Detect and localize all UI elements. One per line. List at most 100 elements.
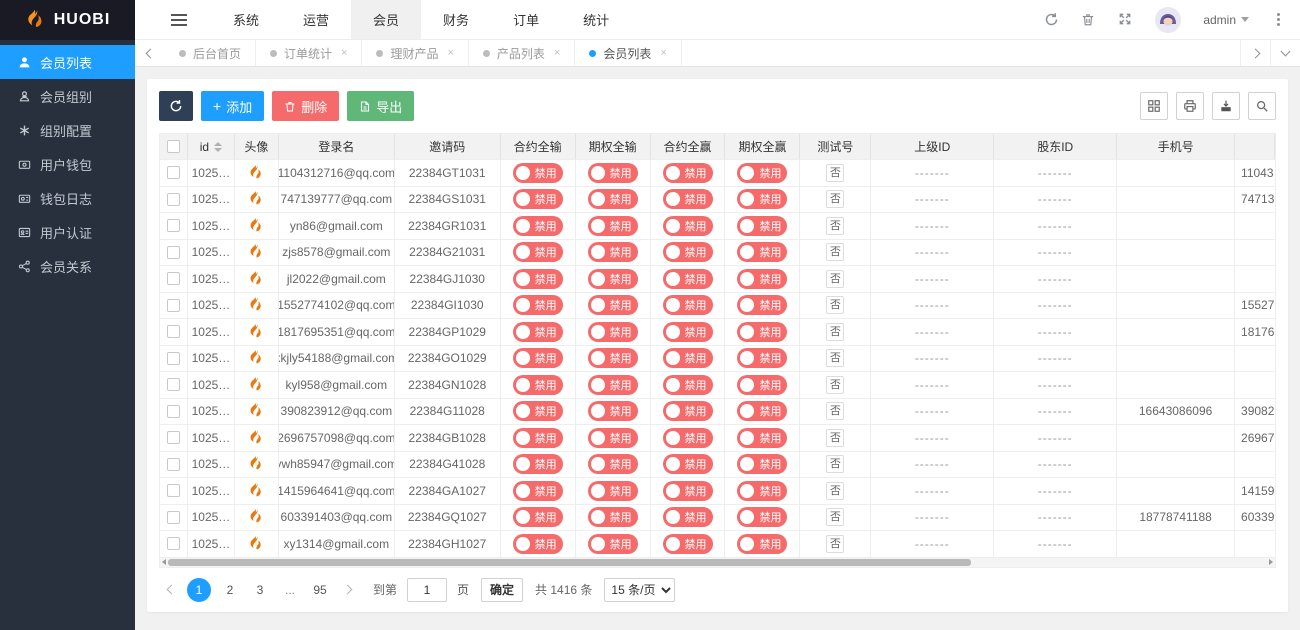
close-tab-icon[interactable]: × — [554, 47, 560, 59]
toggle-contract-all-lose[interactable]: 禁用 — [513, 507, 563, 527]
toggle-contract-all-win[interactable]: 禁用 — [663, 348, 713, 368]
toggle-contract-all-lose[interactable]: 禁用 — [513, 269, 563, 289]
row-checkbox[interactable] — [167, 246, 180, 259]
toggle-contract-all-win[interactable]: 禁用 — [663, 216, 713, 236]
nav-item-stats[interactable]: 统计 — [561, 0, 631, 39]
sidebar-item-member-list[interactable]: 会员列表 — [0, 45, 135, 79]
refresh-table-button[interactable] — [159, 91, 193, 121]
toggle-option-all-win[interactable]: 禁用 — [737, 348, 787, 368]
toggle-contract-all-win[interactable]: 禁用 — [663, 242, 713, 262]
tabs-scroll-right-icon[interactable] — [1240, 40, 1270, 66]
sidebar-item-member-relations[interactable]: 会员关系 — [0, 249, 135, 283]
toggle-contract-all-win[interactable]: 禁用 — [663, 481, 713, 501]
row-checkbox[interactable] — [167, 431, 180, 444]
sidebar-item-wallet-log[interactable]: 钱包日志 — [0, 181, 135, 215]
toggle-contract-all-win[interactable]: 禁用 — [663, 401, 713, 421]
sidebar-item-user-wallet[interactable]: 用户钱包 — [0, 147, 135, 181]
toggle-option-all-lose[interactable]: 禁用 — [588, 507, 638, 527]
goto-page-input[interactable] — [407, 578, 447, 602]
nav-item-member[interactable]: 会员 — [351, 0, 421, 39]
toggle-contract-all-lose[interactable]: 禁用 — [513, 295, 563, 315]
sidebar-item-member-groups[interactable]: 会员组别 — [0, 79, 135, 113]
sidebar-item-user-auth[interactable]: 用户认证 — [0, 215, 135, 249]
scrollbar-thumb[interactable] — [168, 559, 971, 566]
toggle-option-all-win[interactable]: 禁用 — [737, 375, 787, 395]
toggle-contract-all-win[interactable]: 禁用 — [663, 507, 713, 527]
toggle-option-all-lose[interactable]: 禁用 — [588, 401, 638, 421]
print-icon[interactable] — [1176, 92, 1204, 120]
delete-button[interactable]: 删除 — [272, 91, 339, 121]
tab-order-stats[interactable]: 订单统计 × — [256, 40, 362, 66]
toggle-option-all-win[interactable]: 禁用 — [737, 269, 787, 289]
close-tab-icon[interactable]: × — [660, 47, 666, 59]
toggle-option-all-win[interactable]: 禁用 — [737, 507, 787, 527]
toggle-contract-all-win[interactable]: 禁用 — [663, 269, 713, 289]
toggle-contract-all-lose[interactable]: 禁用 — [513, 481, 563, 501]
tabs-scroll-left-icon[interactable] — [135, 40, 165, 66]
toggle-option-all-win[interactable]: 禁用 — [737, 454, 787, 474]
toggle-option-all-lose[interactable]: 禁用 — [588, 242, 638, 262]
user-menu[interactable]: admin — [1203, 13, 1249, 27]
toggle-option-all-win[interactable]: 禁用 — [737, 242, 787, 262]
horizontal-scrollbar[interactable] — [159, 558, 1276, 568]
toggle-contract-all-lose[interactable]: 禁用 — [513, 163, 563, 183]
toggle-option-all-win[interactable]: 禁用 — [737, 163, 787, 183]
page-number-95[interactable]: 95 — [309, 578, 331, 602]
toggle-option-all-lose[interactable]: 禁用 — [588, 216, 638, 236]
toggle-option-all-win[interactable]: 禁用 — [737, 401, 787, 421]
prev-page-icon[interactable] — [159, 578, 183, 602]
row-checkbox[interactable] — [167, 166, 180, 179]
toggle-option-all-win[interactable]: 禁用 — [737, 534, 787, 554]
toggle-contract-all-win[interactable]: 禁用 — [663, 189, 713, 209]
tab-finance-products[interactable]: 理财产品 × — [362, 40, 468, 66]
row-checkbox[interactable] — [167, 193, 180, 206]
export-button[interactable]: 导出 — [347, 91, 414, 121]
user-avatar[interactable] — [1155, 7, 1181, 33]
toggle-contract-all-lose[interactable]: 禁用 — [513, 401, 563, 421]
row-checkbox[interactable] — [167, 299, 180, 312]
toggle-contract-all-lose[interactable]: 禁用 — [513, 189, 563, 209]
toggle-contract-all-win[interactable]: 禁用 — [663, 454, 713, 474]
toggle-option-all-lose[interactable]: 禁用 — [588, 348, 638, 368]
toggle-option-all-win[interactable]: 禁用 — [737, 216, 787, 236]
toggle-contract-all-lose[interactable]: 禁用 — [513, 348, 563, 368]
toggle-contract-all-lose[interactable]: 禁用 — [513, 216, 563, 236]
page-number-1[interactable]: 1 — [187, 578, 211, 602]
close-tab-icon[interactable]: × — [341, 47, 347, 59]
search-icon[interactable] — [1248, 92, 1276, 120]
row-checkbox[interactable] — [167, 537, 180, 550]
toggle-option-all-lose[interactable]: 禁用 — [588, 295, 638, 315]
scroll-left-arrow-icon[interactable] — [160, 559, 168, 565]
row-checkbox[interactable] — [167, 272, 180, 285]
nav-item-operation[interactable]: 运营 — [281, 0, 351, 39]
fullscreen-icon[interactable] — [1118, 12, 1133, 27]
tab-product-list[interactable]: 产品列表 × — [469, 40, 575, 66]
tab-member-list[interactable]: 会员列表 × — [575, 40, 681, 66]
toggle-contract-all-lose[interactable]: 禁用 — [513, 454, 563, 474]
toggle-option-all-lose[interactable]: 禁用 — [588, 163, 638, 183]
page-number-2[interactable]: 2 — [219, 578, 241, 602]
sidebar-item-group-config[interactable]: 组别配置 — [0, 113, 135, 147]
toggle-option-all-win[interactable]: 禁用 — [737, 189, 787, 209]
toggle-contract-all-lose[interactable]: 禁用 — [513, 242, 563, 262]
row-checkbox[interactable] — [167, 378, 180, 391]
toggle-contract-all-lose[interactable]: 禁用 — [513, 428, 563, 448]
columns-filter-icon[interactable] — [1140, 92, 1168, 120]
export-data-icon[interactable] — [1212, 92, 1240, 120]
nav-item-order[interactable]: 订单 — [491, 0, 561, 39]
sort-icon[interactable] — [214, 142, 222, 152]
confirm-button[interactable]: 确定 — [481, 578, 523, 602]
collapse-menu-icon[interactable] — [135, 0, 211, 39]
toggle-option-all-win[interactable]: 禁用 — [737, 322, 787, 342]
toggle-option-all-win[interactable]: 禁用 — [737, 295, 787, 315]
toggle-option-all-lose[interactable]: 禁用 — [588, 428, 638, 448]
toggle-contract-all-win[interactable]: 禁用 — [663, 295, 713, 315]
toggle-option-all-lose[interactable]: 禁用 — [588, 375, 638, 395]
toggle-option-all-lose[interactable]: 禁用 — [588, 454, 638, 474]
next-page-icon[interactable] — [335, 578, 359, 602]
toggle-option-all-lose[interactable]: 禁用 — [588, 534, 638, 554]
row-checkbox[interactable] — [167, 325, 180, 338]
select-all-checkbox[interactable] — [167, 140, 180, 153]
row-checkbox[interactable] — [167, 458, 180, 471]
row-checkbox[interactable] — [167, 484, 180, 497]
